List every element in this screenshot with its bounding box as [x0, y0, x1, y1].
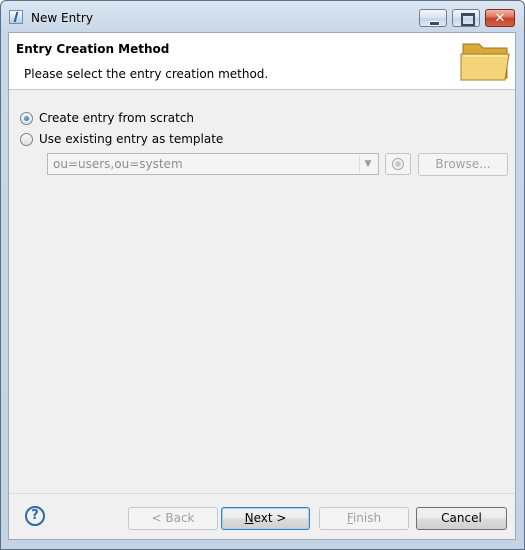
app-icon: [9, 10, 23, 24]
wizard-body: Entry Creation Method Please select the …: [8, 32, 516, 540]
chevron-down-icon[interactable]: ▼: [359, 156, 376, 172]
finish-label-rest: inish: [352, 511, 382, 525]
radio-create-from-scratch[interactable]: [20, 111, 33, 125]
folder-icon: [460, 43, 510, 81]
title-bar[interactable]: New Entry ✕: [1, 1, 524, 31]
next-mnemonic: N: [244, 511, 254, 525]
close-button[interactable]: ✕: [485, 9, 515, 27]
window-title: New Entry: [31, 11, 93, 25]
page-description: Please select the entry creation method.: [24, 67, 269, 81]
minimize-button[interactable]: [419, 9, 447, 27]
new-entry-window: New Entry ✕ Entry Creation Method Please…: [0, 0, 525, 550]
option-label: Use existing entry as template: [39, 132, 224, 146]
cancel-button[interactable]: Cancel: [416, 507, 507, 530]
next-label-rest: ext >: [253, 511, 287, 525]
help-icon[interactable]: ?: [25, 506, 45, 526]
wizard-header: Entry Creation Method Please select the …: [9, 33, 515, 90]
option-use-template[interactable]: Use existing entry as template: [20, 131, 223, 147]
template-dn-combo[interactable]: ou=users,ou=system ▼: [47, 153, 379, 175]
footer-divider: [9, 493, 515, 494]
template-dn-value: ou=users,ou=system: [53, 157, 183, 171]
entry-browser-button[interactable]: [385, 153, 411, 175]
next-button[interactable]: Next >: [221, 507, 310, 530]
entry-browser-icon: [392, 158, 404, 170]
radio-use-template[interactable]: [20, 132, 33, 146]
finish-button[interactable]: Finish: [319, 507, 409, 530]
option-label: Create entry from scratch: [39, 111, 195, 125]
page-title: Entry Creation Method: [16, 42, 170, 56]
close-icon: ✕: [494, 11, 506, 26]
maximize-button[interactable]: [452, 9, 480, 27]
maximize-icon: [461, 13, 475, 26]
back-button[interactable]: < Back: [128, 507, 218, 530]
minimize-icon: [429, 21, 440, 26]
option-create-from-scratch[interactable]: Create entry from scratch: [20, 110, 194, 126]
browse-button[interactable]: Browse...: [418, 153, 508, 176]
